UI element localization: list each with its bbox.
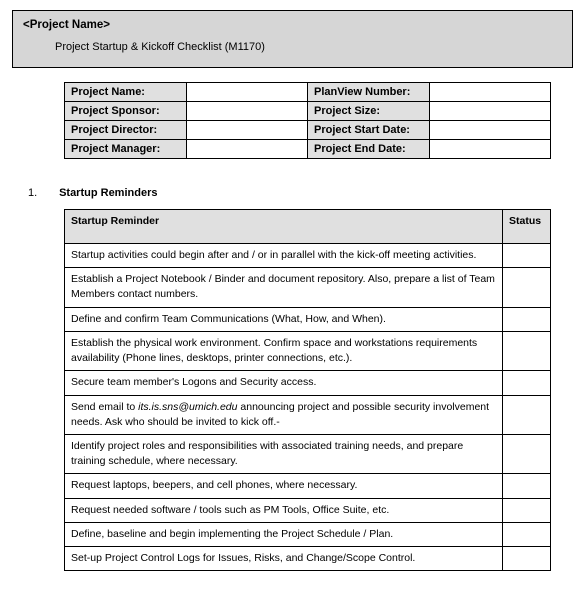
meta-value xyxy=(429,140,551,159)
meta-label: Project End Date: xyxy=(308,140,430,159)
checklist-item-status xyxy=(503,522,551,546)
meta-label: Project Name: xyxy=(65,83,187,102)
checklist-header-status: Status xyxy=(503,210,551,244)
checklist-item-status xyxy=(503,395,551,434)
checklist-row: Set-up Project Control Logs for Issues, … xyxy=(65,547,551,571)
checklist-item-text: Identify project roles and responsibilit… xyxy=(65,434,503,473)
meta-row: Project Director: Project Start Date: xyxy=(65,121,551,140)
checklist-row: Secure team member's Logons and Security… xyxy=(65,371,551,395)
project-name-placeholder: <Project Name> xyxy=(23,19,562,31)
meta-row: Project Sponsor: Project Size: xyxy=(65,102,551,121)
checklist-row: Request needed software / tools such as … xyxy=(65,498,551,522)
checklist-item-status xyxy=(503,547,551,571)
checklist-item-text: Startup activities could begin after and… xyxy=(65,244,503,268)
meta-value xyxy=(186,83,308,102)
checklist-item-text: Request laptops, beepers, and cell phone… xyxy=(65,474,503,498)
checklist-item-status xyxy=(503,331,551,370)
section-heading: 1. Startup Reminders xyxy=(12,187,573,199)
checklist-block: Startup Reminder Status Startup activiti… xyxy=(12,209,573,571)
checklist-row: Send email to its.is.sns@umich.edu annou… xyxy=(65,395,551,434)
meta-label: Project Size: xyxy=(308,102,430,121)
checklist-item-text: Secure team member's Logons and Security… xyxy=(65,371,503,395)
checklist-item-status xyxy=(503,307,551,331)
checklist-item-text: Establish the physical work environment.… xyxy=(65,331,503,370)
section-title: Startup Reminders xyxy=(59,187,157,199)
checklist-row: Startup activities could begin after and… xyxy=(65,244,551,268)
meta-value xyxy=(429,102,551,121)
document-subtitle: Project Startup & Kickoff Checklist (M11… xyxy=(23,41,562,53)
email-address: its.is.sns@umich.edu xyxy=(138,401,237,413)
meta-value xyxy=(186,140,308,159)
section-number: 1. xyxy=(28,187,56,199)
checklist-row: Establish the physical work environment.… xyxy=(65,331,551,370)
meta-label: Project Director: xyxy=(65,121,187,140)
checklist-table: Startup Reminder Status Startup activiti… xyxy=(64,209,551,571)
checklist-item-text: Send email to its.is.sns@umich.edu annou… xyxy=(65,395,503,434)
meta-row: Project Name: PlanView Number: xyxy=(65,83,551,102)
checklist-item-status xyxy=(503,434,551,473)
meta-value xyxy=(429,121,551,140)
meta-row: Project Manager: Project End Date: xyxy=(65,140,551,159)
meta-label: Project Start Date: xyxy=(308,121,430,140)
checklist-item-status xyxy=(503,268,551,307)
checklist-row: Define, baseline and begin implementing … xyxy=(65,522,551,546)
meta-value xyxy=(186,102,308,121)
meta-label: Project Manager: xyxy=(65,140,187,159)
meta-label: Project Sponsor: xyxy=(65,102,187,121)
checklist-item-status xyxy=(503,498,551,522)
project-meta-table: Project Name:PlanView Number:Project Spo… xyxy=(64,82,551,159)
meta-value xyxy=(186,121,308,140)
checklist-row: Request laptops, beepers, and cell phone… xyxy=(65,474,551,498)
checklist-row: Establish a Project Notebook / Binder an… xyxy=(65,268,551,307)
checklist-item-text: Set-up Project Control Logs for Issues, … xyxy=(65,547,503,571)
checklist-item-text: Establish a Project Notebook / Binder an… xyxy=(65,268,503,307)
meta-value xyxy=(429,83,551,102)
checklist-row: Define and confirm Team Communications (… xyxy=(65,307,551,331)
checklist-item-text: Define, baseline and begin implementing … xyxy=(65,522,503,546)
document-header: <Project Name> Project Startup & Kickoff… xyxy=(12,10,573,68)
checklist-item-status xyxy=(503,244,551,268)
checklist-row: Identify project roles and responsibilit… xyxy=(65,434,551,473)
checklist-item-text: Define and confirm Team Communications (… xyxy=(65,307,503,331)
meta-label: PlanView Number: xyxy=(308,83,430,102)
checklist-item-text: Request needed software / tools such as … xyxy=(65,498,503,522)
checklist-item-status xyxy=(503,371,551,395)
checklist-item-status xyxy=(503,474,551,498)
checklist-header-item: Startup Reminder xyxy=(65,210,503,244)
project-meta-block: Project Name:PlanView Number:Project Spo… xyxy=(12,82,573,159)
